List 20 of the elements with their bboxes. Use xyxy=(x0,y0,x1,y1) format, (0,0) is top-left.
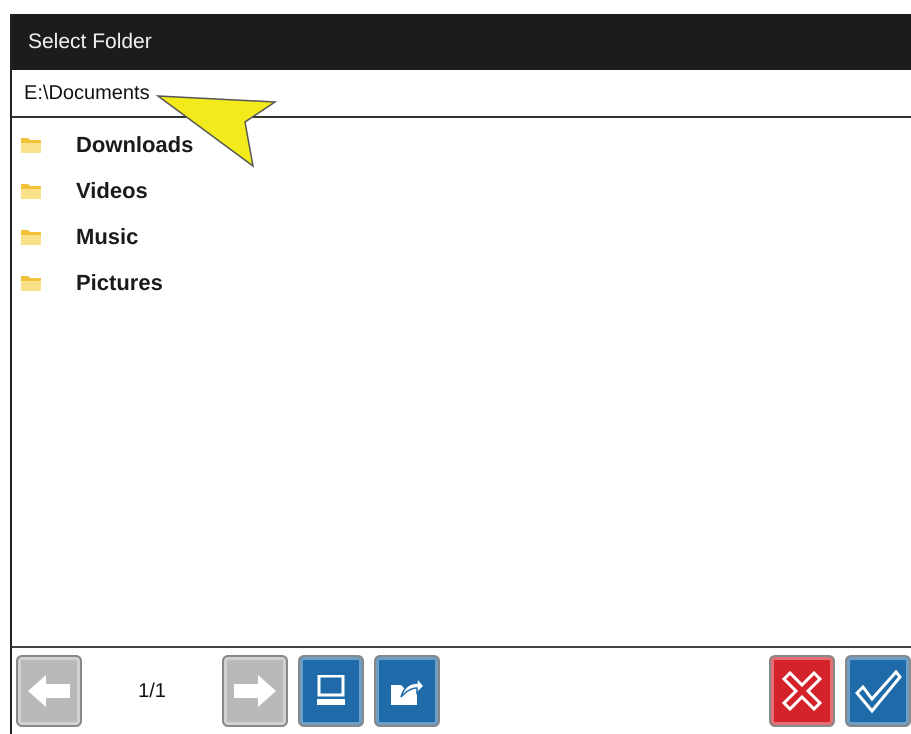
folder-name[interactable]: Music xyxy=(76,224,138,250)
next-page-button[interactable] xyxy=(222,655,288,727)
folder-name[interactable]: Pictures xyxy=(76,270,163,296)
computer-button[interactable] xyxy=(298,655,364,727)
folder-icon xyxy=(20,274,42,292)
checkmark-icon xyxy=(854,669,902,713)
right-arrow-icon xyxy=(232,673,278,709)
left-arrow-icon xyxy=(26,673,72,709)
window-title: Select Folder xyxy=(12,14,911,70)
cancel-button[interactable] xyxy=(769,655,835,727)
folder-name[interactable]: Videos xyxy=(76,178,148,204)
folder-up-button[interactable] xyxy=(374,655,440,727)
page-counter: 1/1 xyxy=(137,680,167,702)
previous-page-button[interactable] xyxy=(16,655,82,727)
folder-icon xyxy=(20,182,42,200)
folder-icon xyxy=(20,136,42,154)
folder-icon xyxy=(20,228,42,246)
confirm-button[interactable] xyxy=(845,655,911,727)
folder-name[interactable]: Downloads xyxy=(76,132,194,158)
computer-icon xyxy=(316,675,346,707)
